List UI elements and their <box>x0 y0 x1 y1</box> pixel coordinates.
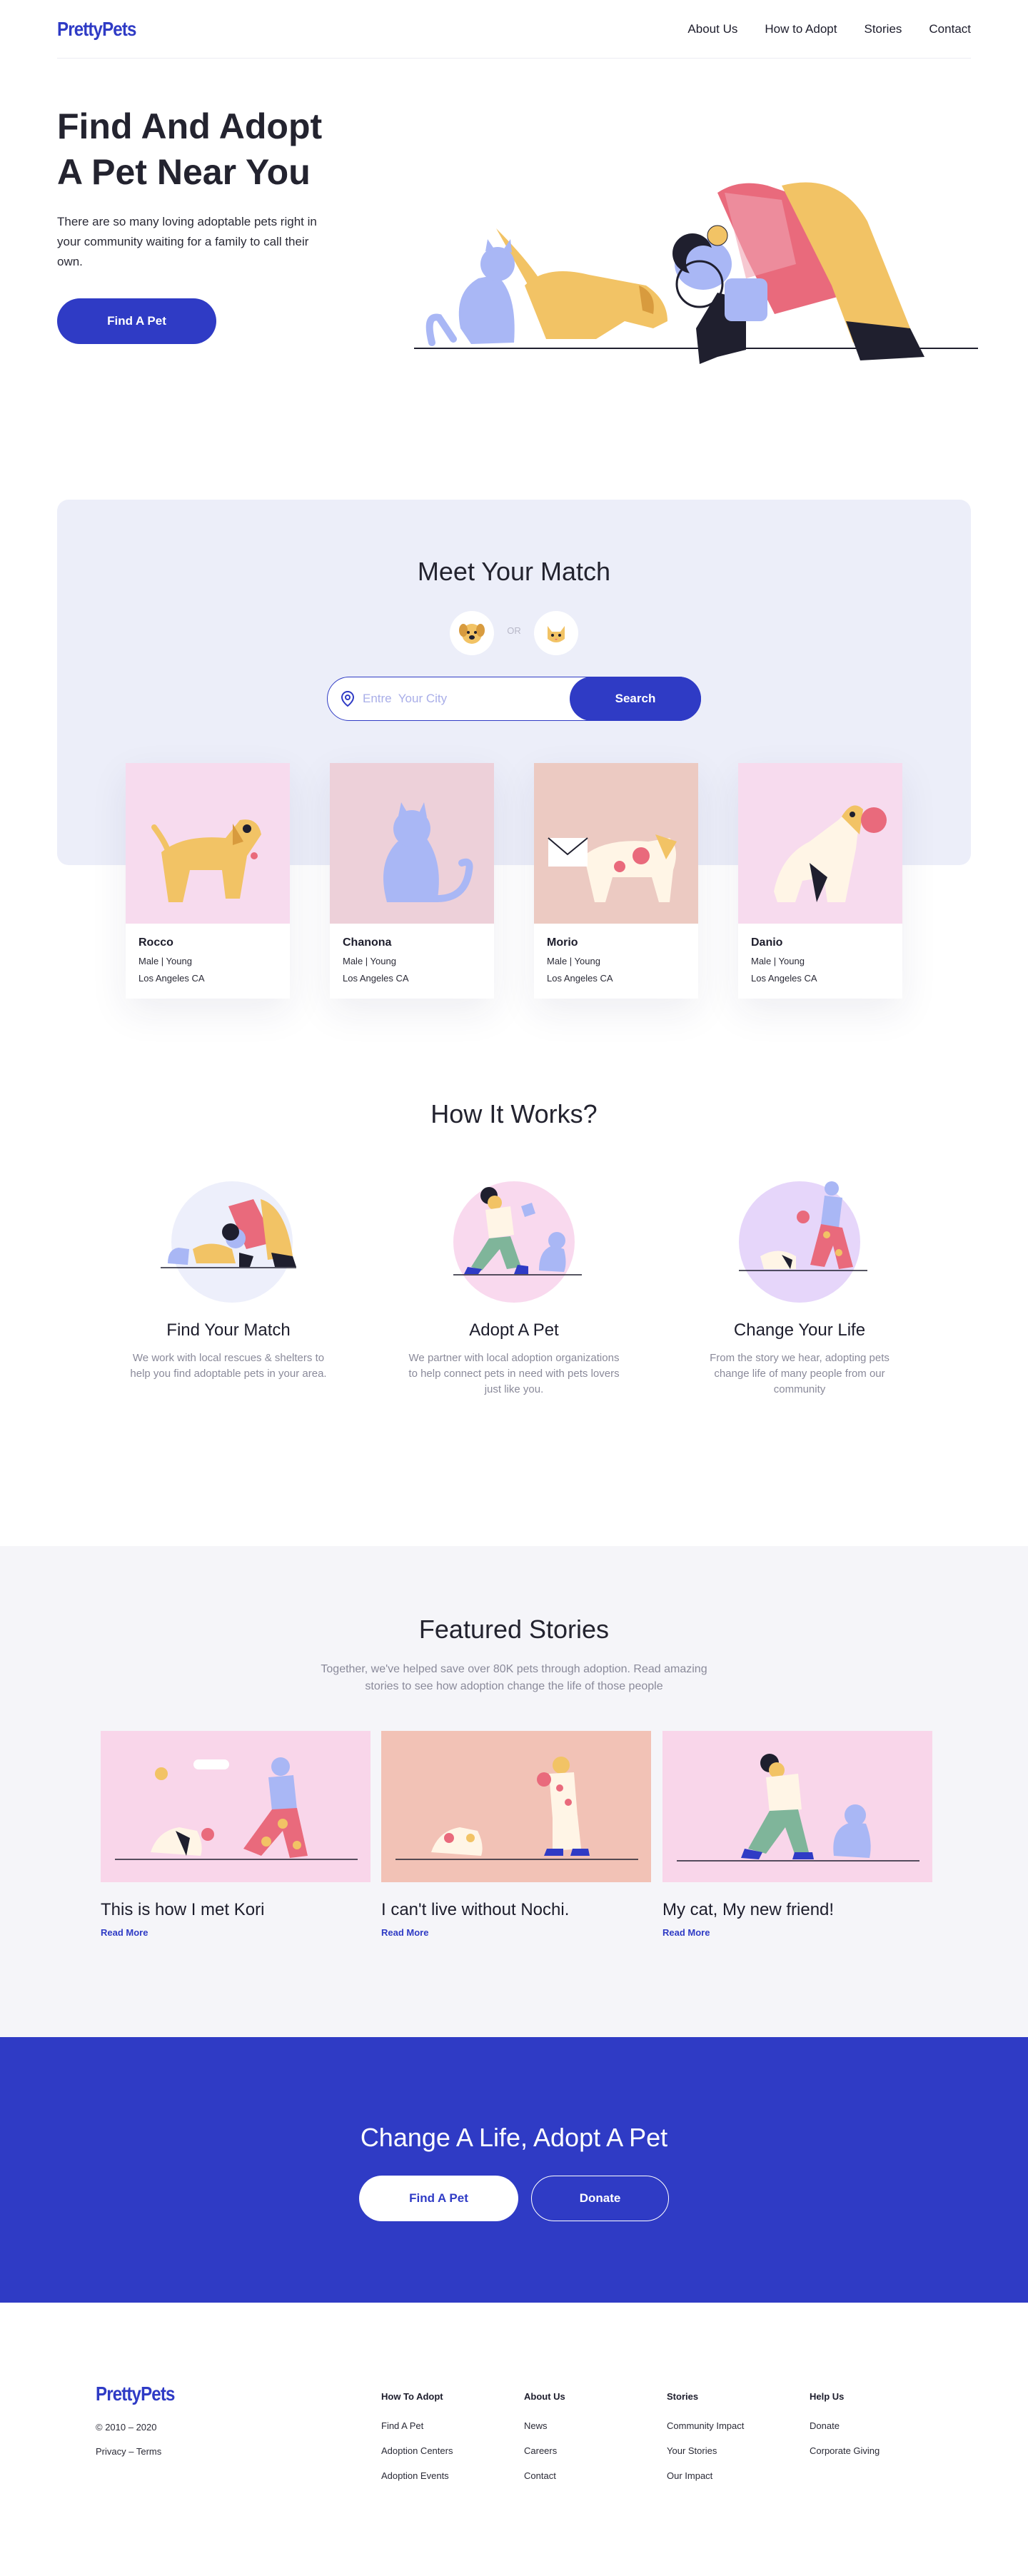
pet-photo <box>126 763 290 924</box>
pet-meta: Male | Young <box>343 956 396 966</box>
hero-illustration <box>414 182 978 364</box>
toggle-or-label: OR <box>507 625 521 636</box>
footer-col-help-us: Help Us Donate Corporate Giving <box>810 2391 880 2470</box>
find-match-illustration <box>161 1181 296 1303</box>
pet-location: Los Angeles CA <box>751 973 817 984</box>
footer-copyright: © 2010 – 2020 <box>96 2422 157 2433</box>
how-step-find: Find Your Match We work with local rescu… <box>121 1178 336 1382</box>
pet-name: Morio <box>547 936 578 949</box>
footer-link[interactable]: Adoption Centers <box>381 2445 453 2456</box>
nav-stories[interactable]: Stories <box>864 22 902 36</box>
how-step-text: We partner with local adoption organizat… <box>408 1352 620 1395</box>
footer-col-title: About Us <box>524 2391 565 2402</box>
story-card[interactable]: My cat, My new friend! Read More <box>662 1731 932 1938</box>
pet-photo <box>330 763 494 924</box>
read-more-link[interactable]: Read More <box>662 1927 932 1938</box>
brand-logo[interactable]: PrettyPets <box>57 18 136 41</box>
nav-contact[interactable]: Contact <box>929 22 971 36</box>
read-more-link[interactable]: Read More <box>101 1927 371 1938</box>
footer-logo[interactable]: PrettyPets <box>96 2383 175 2405</box>
hero-description: There are so many loving adoptable pets … <box>57 215 317 268</box>
pet-card-chanona[interactable]: Chanona Male | Young Los Angeles CA <box>330 763 494 999</box>
how-step-text: From the story we hear, adopting pets ch… <box>710 1352 890 1395</box>
footer-col-title: Stories <box>667 2391 699 2402</box>
story-title: I can't live without Nochi. <box>381 1900 570 1919</box>
pet-name: Rocco <box>138 936 173 949</box>
story-image <box>101 1731 371 1882</box>
dog-toggle[interactable] <box>450 611 494 655</box>
story-title: My cat, My new friend! <box>662 1900 835 1919</box>
cta-title: Change A Life, Adopt A Pet <box>360 2123 668 2152</box>
pet-meta: Male | Young <box>547 956 600 966</box>
footer-link[interactable]: Your Stories <box>667 2445 744 2456</box>
city-search-input[interactable] <box>363 682 563 716</box>
cta-donate-button[interactable]: Donate <box>531 2176 669 2221</box>
footer-link[interactable]: Community Impact <box>667 2420 744 2431</box>
footer-link[interactable]: News <box>524 2420 565 2431</box>
match-title: Meet Your Match <box>417 557 611 586</box>
pet-meta: Male | Young <box>138 956 192 966</box>
location-pin-icon <box>341 690 355 707</box>
story-image <box>381 1731 651 1882</box>
pet-card-danio[interactable]: Danio Male | Young Los Angeles CA <box>738 763 902 999</box>
stories-subtitle: Together, we've helped save over 80K pet… <box>321 1663 707 1692</box>
pet-location: Los Angeles CA <box>547 973 613 984</box>
pet-card-morio[interactable]: Morio Male | Young Los Angeles CA <box>534 763 698 999</box>
hero-find-pet-button[interactable]: Find A Pet <box>57 298 216 344</box>
how-step-adopt: Adopt A Pet We partner with local adopti… <box>407 1178 621 1398</box>
footer-link[interactable]: Adoption Events <box>381 2470 453 2481</box>
story-card[interactable]: I can't live without Nochi. Read More <box>381 1731 651 1938</box>
pet-photo <box>738 763 902 924</box>
story-card[interactable]: This is how I met Kori Read More <box>101 1731 371 1938</box>
pet-photo <box>534 763 698 924</box>
hero-title-line-2: A Pet Near You <box>57 152 311 192</box>
footer-col-stories: Stories Community Impact Your Stories Ou… <box>667 2391 744 2495</box>
search-button[interactable]: Search <box>570 677 701 721</box>
pet-location: Los Angeles CA <box>343 973 409 984</box>
story-image <box>662 1731 932 1882</box>
footer-legal-link[interactable]: Privacy – Terms <box>96 2446 161 2457</box>
footer-link[interactable]: Corporate Giving <box>810 2445 880 2456</box>
how-step-title: Adopt A Pet <box>469 1320 559 1340</box>
footer-link[interactable]: Donate <box>810 2420 880 2431</box>
hero-title-line-1: Find And Adopt <box>57 106 323 146</box>
footer-link[interactable]: Our Impact <box>667 2470 744 2481</box>
pet-name: Danio <box>751 936 783 949</box>
footer-col-title: How To Adopt <box>381 2391 443 2402</box>
how-step-title: Change Your Life <box>733 1320 866 1340</box>
nav-links: About Us How to Adopt Stories Contact <box>687 22 971 36</box>
how-it-works-title: How It Works? <box>430 1099 598 1128</box>
cta-section: Change A Life, Adopt A Pet Find A Pet Do… <box>0 2037 1028 2303</box>
footer-col-title: Help Us <box>810 2391 845 2402</box>
how-step-text: We work with local rescues & shelters to… <box>130 1352 327 1380</box>
footer-link[interactable]: Careers <box>524 2445 565 2456</box>
dog-face-icon <box>459 624 485 644</box>
top-nav: PrettyPets About Us How to Adopt Stories… <box>57 0 971 59</box>
cta-find-pet-button[interactable]: Find A Pet <box>359 2176 518 2221</box>
footer-link[interactable]: Contact <box>524 2470 565 2481</box>
how-step-change: Change Your Life From the story we hear,… <box>692 1178 907 1398</box>
hero-title: Find And Adopt A Pet Near You <box>57 103 428 195</box>
footer-col-how-to-adopt: How To Adopt Find A Pet Adoption Centers… <box>381 2391 453 2495</box>
footer-col-about-us: About Us News Careers Contact <box>524 2391 565 2495</box>
pet-meta: Male | Young <box>751 956 805 966</box>
pet-location: Los Angeles CA <box>138 973 205 984</box>
pet-name: Chanona <box>343 936 392 949</box>
pet-card-rocco[interactable]: Rocco Male | Young Los Angeles CA <box>126 763 290 999</box>
change-life-illustration <box>739 1181 867 1303</box>
nav-about-us[interactable]: About Us <box>687 22 737 36</box>
cat-toggle[interactable] <box>534 611 578 655</box>
stories-title: Featured Stories <box>418 1615 610 1644</box>
how-step-title: Find Your Match <box>166 1320 291 1340</box>
cat-face-icon <box>548 626 565 642</box>
nav-how-to-adopt[interactable]: How to Adopt <box>765 22 837 36</box>
footer-link[interactable]: Find A Pet <box>381 2420 453 2431</box>
story-title: This is how I met Kori <box>101 1900 265 1919</box>
adopt-pet-illustration <box>453 1181 582 1303</box>
read-more-link[interactable]: Read More <box>381 1927 651 1938</box>
